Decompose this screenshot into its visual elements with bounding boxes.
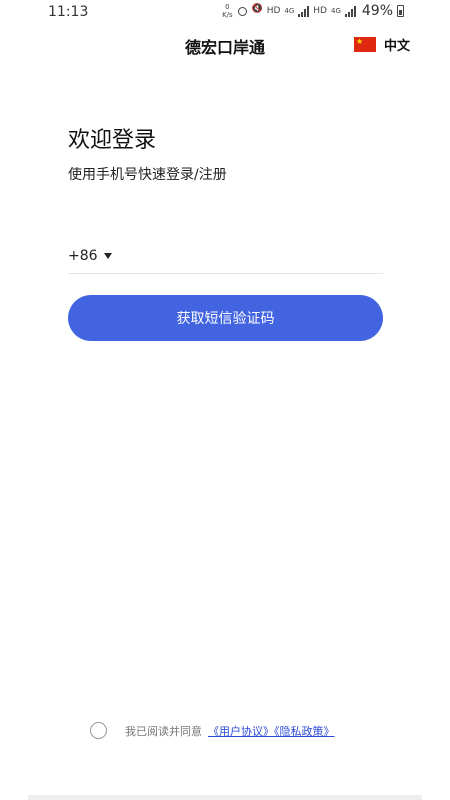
battery-percent: 49%: [361, 3, 393, 19]
mute-icon: [252, 4, 263, 17]
hd-label: HD: [266, 6, 281, 16]
welcome-subtitle: 使用手机号快速登录/注册: [68, 167, 227, 183]
agreement-links[interactable]: 《用户协议》《隐私政策》: [208, 723, 335, 739]
agreement-text: 我已阅读并同意: [125, 724, 202, 738]
signal-icon: [298, 5, 310, 17]
status-time: 11:13: [48, 4, 89, 20]
signal-icon-2: [344, 5, 356, 17]
home-indicator: [28, 795, 422, 800]
welcome-title: 欢迎登录: [68, 128, 157, 153]
status-icons: 0 K/s HD 4G HD 4G 49%: [222, 3, 404, 19]
country-code-selector[interactable]: +86: [68, 248, 112, 264]
battery-icon: [397, 5, 404, 17]
phone-input-row: +86: [68, 238, 383, 274]
network-type-2: 4G: [330, 6, 341, 15]
status-bar: 11:13 0 K/s HD 4G HD 4G 49%: [0, 0, 450, 24]
agree-checkbox[interactable]: [90, 722, 107, 739]
login-screen: 11:13 0 K/s HD 4G HD 4G 49% 德宏口岸通 ★ 中文 欢…: [0, 0, 450, 800]
network-speed: 0 K/s: [222, 3, 233, 19]
country-code-label: +86: [68, 247, 98, 264]
alarm-icon: [237, 6, 248, 17]
header: 德宏口岸通 ★ 中文: [0, 30, 450, 60]
network-speed-value: 0: [225, 3, 230, 11]
agreement-row: 我已阅读并同意 《用户协议》《隐私政策》: [90, 722, 335, 739]
network-speed-unit: K/s: [222, 11, 233, 19]
hd-label-2: HD: [313, 6, 327, 16]
caret-down-icon: [103, 252, 112, 259]
get-sms-code-button[interactable]: 获取短信验证码: [68, 295, 383, 341]
language-label: 中文: [383, 39, 410, 54]
language-switch[interactable]: ★ 中文: [353, 35, 410, 54]
network-type: 4G: [284, 6, 295, 15]
phone-input[interactable]: [121, 240, 383, 271]
china-flag-icon: ★: [353, 37, 376, 52]
